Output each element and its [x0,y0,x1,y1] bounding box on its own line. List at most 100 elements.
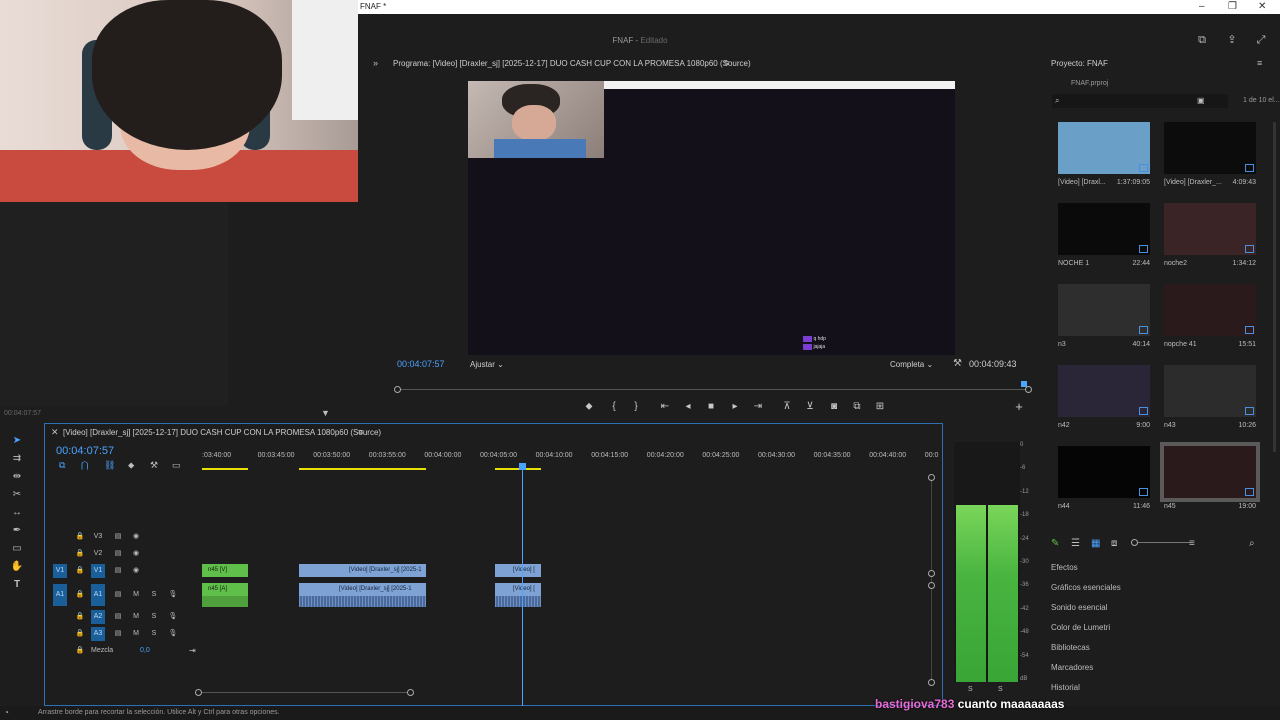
filter-icon[interactable]: ▼ [321,408,330,418]
clip-video-2-audio[interactable]: [Video] [ [495,583,541,596]
settings-wrench-icon[interactable]: ⚒ [953,358,962,369]
clip-video-2[interactable]: [Video] [ [495,564,541,577]
snap-icon[interactable]: ⋂ [81,460,88,471]
razor-tool-icon[interactable]: ✂ [10,488,24,502]
track-label-a1[interactable]: A1 [91,584,105,606]
step-back-icon[interactable]: ◂ [681,400,695,414]
sync-lock-icon[interactable]: ▤ [111,627,125,641]
quality-dropdown[interactable]: Completa ⌄ [890,360,933,369]
hscroll-left-knob[interactable] [195,689,202,696]
track-label-a3[interactable]: A3 [91,627,105,641]
sequence-menu-icon[interactable]: ≡ [358,427,363,437]
lock-icon[interactable]: 🔒 [73,588,87,602]
sync-lock-icon[interactable]: ▤ [111,547,125,561]
rectangle-tool-icon[interactable]: ▭ [10,542,24,556]
go-to-end-icon[interactable]: ⇥ [189,646,196,655]
pen-tool-icon[interactable]: ✒ [10,524,24,538]
project-item-thumbnail[interactable] [1058,284,1150,336]
go-to-in-icon[interactable]: ⇤ [658,400,672,414]
extract-icon[interactable]: ⊻ [803,400,817,414]
solo-button[interactable]: S [147,610,161,624]
ripple-edit-tool-icon[interactable]: ⇹ [10,470,24,484]
vscroll-mid2-knob[interactable] [928,582,935,589]
project-item-thumbnail[interactable] [1164,365,1256,417]
panel-essential-graphics[interactable]: Gráficos esenciales [1051,583,1121,592]
project-scrollbar[interactable] [1273,122,1276,452]
play-icon[interactable]: ▸ [728,400,742,414]
clip-n45-video[interactable]: n45 [V] [202,564,248,577]
program-scrubber[interactable] [394,381,1032,399]
sync-lock-icon[interactable]: ▤ [111,564,125,578]
icon-view-icon[interactable]: ▦ [1091,538,1100,549]
panel-essential-sound[interactable]: Sonido esencial [1051,603,1107,612]
clip-video-1-audio[interactable]: [Video] [Draxler_sj] [2025-1 [299,583,426,596]
step-forward-icon[interactable]: ⇥ [751,400,765,414]
thumb-size-slider[interactable] [1131,542,1191,543]
project-menu-icon[interactable]: ≡ [1257,58,1262,68]
panel-libraries[interactable]: Bibliotecas [1051,643,1090,652]
project-item-thumbnail[interactable] [1160,442,1260,502]
track-label-a2[interactable]: A2 [91,610,105,624]
new-bin-icon[interactable]: ▣ [1197,96,1205,105]
lock-icon[interactable]: 🔒 [73,627,87,641]
lift-icon[interactable]: ⊼ [780,400,794,414]
source-patch-v1[interactable]: V1 [53,564,67,578]
panel-menu-icon[interactable]: ≡ [724,58,729,68]
vscroll-bottom-knob[interactable] [928,679,935,686]
panel-effects[interactable]: Efectos [1051,563,1078,572]
quick-export-icon[interactable]: ⧉ [1196,34,1208,46]
captions-icon[interactable]: ▭ [172,460,181,471]
add-marker-icon[interactable]: ⬥ [128,460,134,471]
thumb-size-knob[interactable] [1131,539,1138,546]
solo-button[interactable]: S [147,627,161,641]
panel-markers[interactable]: Marcadores [1051,663,1093,672]
panel-history[interactable]: Historial [1051,683,1080,692]
mute-button[interactable]: M [129,627,143,641]
export-frame-icon[interactable]: ◙ [827,400,841,414]
scrubber-end-knob[interactable] [1025,386,1032,393]
track-select-tool-icon[interactable]: ⇉ [10,452,24,466]
microphone-icon[interactable]: 🎙 [166,588,180,602]
project-item-thumbnail[interactable] [1058,365,1150,417]
solo-left-button[interactable]: S [968,686,973,693]
compare-icon[interactable]: ⧉ [850,400,864,414]
project-item-thumbnail[interactable] [1164,284,1256,336]
solo-button[interactable]: S [147,588,161,602]
track-label-v2[interactable]: V2 [91,547,105,561]
mix-value[interactable]: 0,0 [140,647,150,654]
timeline-playhead[interactable] [519,463,526,708]
close-sequence-icon[interactable]: ✕ [51,427,59,438]
timeline-vertical-scroll[interactable] [931,474,932,684]
type-tool-icon[interactable]: T [10,578,24,592]
close-icon[interactable]: ✕ [1258,1,1266,12]
sync-lock-icon[interactable]: ▤ [111,610,125,624]
find-icon[interactable]: ⌕ [1249,538,1255,549]
microphone-icon[interactable]: 🎙 [166,627,180,641]
timeline-settings-icon[interactable]: ⚒ [150,460,158,471]
panel-lumetri-color[interactable]: Color de Lumetri [1051,623,1110,632]
lock-icon[interactable]: 🔒 [73,610,87,624]
timeline-timecode[interactable]: 00:04:07:57 [56,445,114,457]
source-patch-a1[interactable]: A1 [53,584,67,606]
list-view-icon[interactable]: ☰ [1071,538,1080,549]
restore-icon[interactable]: ❐ [1228,1,1237,12]
solo-right-button[interactable]: S [998,686,1003,693]
project-item-thumbnail[interactable] [1058,446,1150,498]
project-item-thumbnail[interactable] [1164,203,1256,255]
clip-n45-audio[interactable]: n45 [A] [202,583,248,596]
lock-icon[interactable]: 🔒 [73,564,87,578]
minimize-icon[interactable]: – [1199,1,1205,12]
fullscreen-icon[interactable]: ⤢ [1255,34,1267,46]
linked-selection-icon[interactable]: ⛓ [104,460,115,471]
hand-tool-icon[interactable]: ✋ [10,560,24,574]
share-icon[interactable]: ⇪ [1226,34,1238,46]
project-item-thumbnail[interactable] [1058,203,1150,255]
sort-icon[interactable]: ≡ [1189,538,1195,549]
lock-icon[interactable]: 🔒 [73,644,87,658]
expand-panel-icon[interactable]: » [373,58,378,68]
freeform-view-icon[interactable]: ⧈ [1111,538,1117,549]
lock-icon[interactable]: 🔒 [73,530,87,544]
clip-video-1[interactable]: [Video] [Draxler_sj] [2025-1 [299,564,426,577]
multicam-icon[interactable]: ⊞ [873,400,887,414]
eye-icon[interactable]: ◉ [129,564,143,578]
